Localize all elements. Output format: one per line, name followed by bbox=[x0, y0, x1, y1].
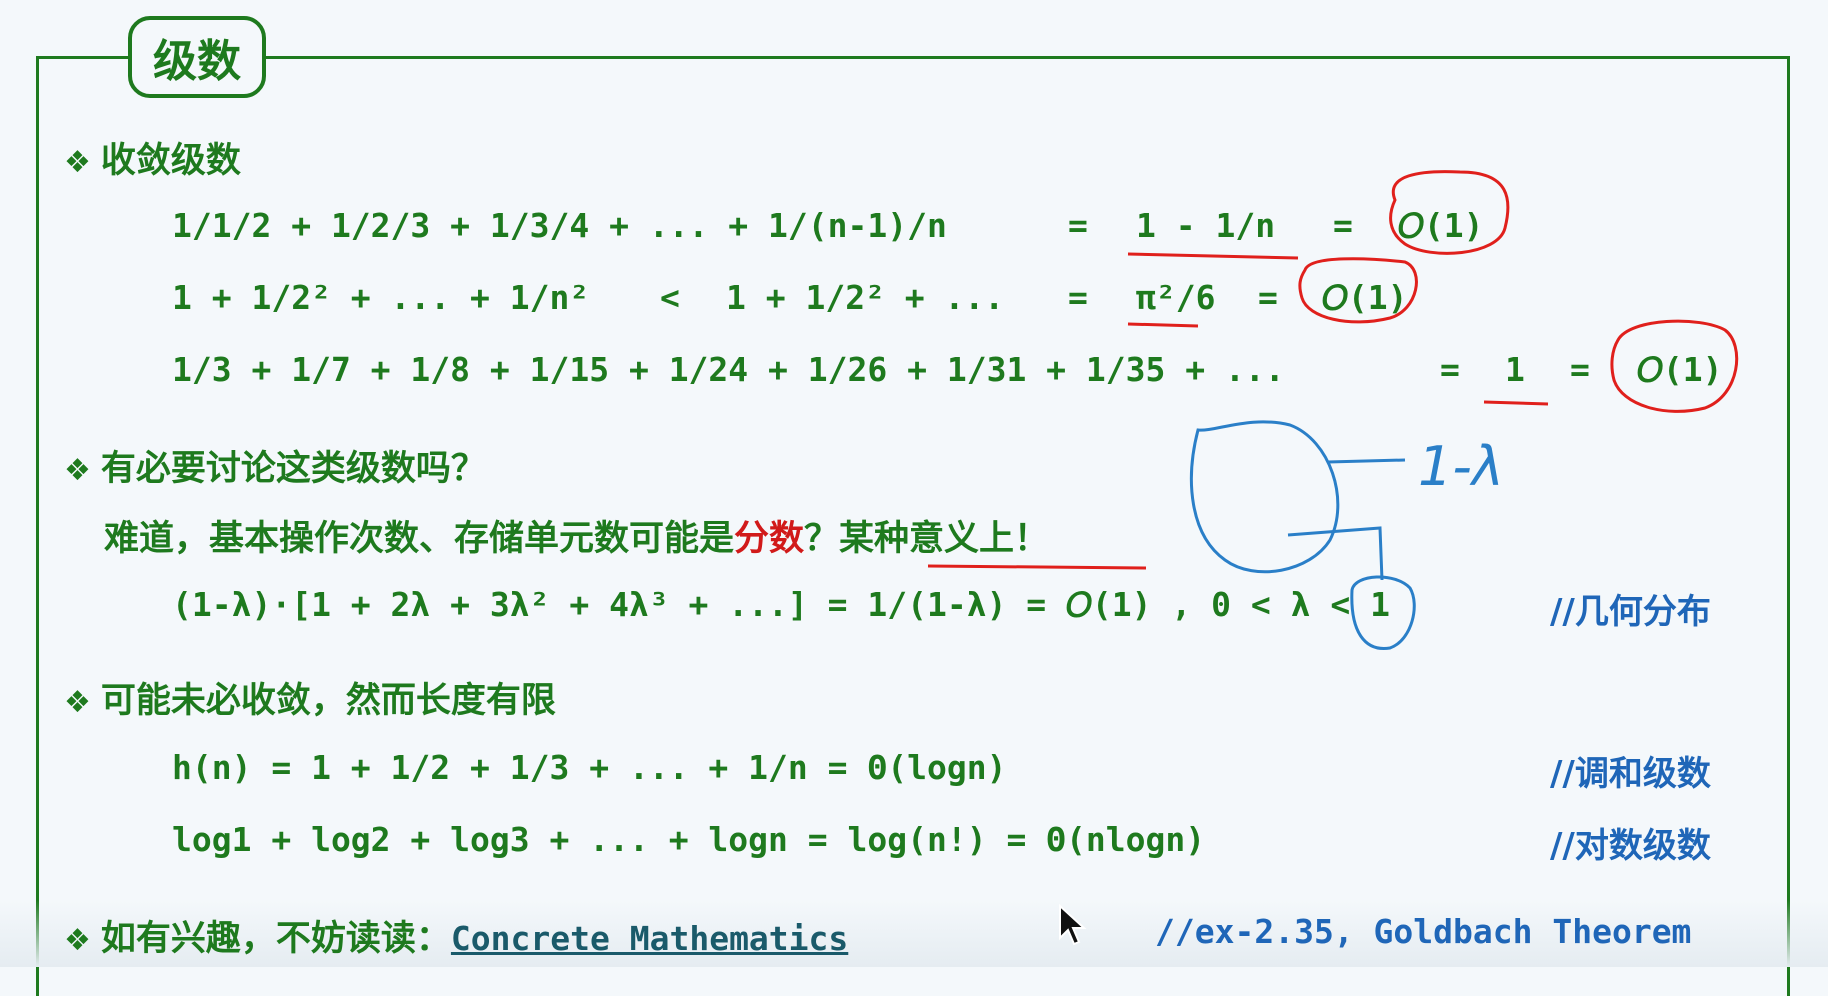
row2-eq1: = bbox=[1068, 278, 1088, 317]
row3-result: 𝑂(1) bbox=[1637, 350, 1723, 389]
convergent-row-3: 1/3 + 1/7 + 1/8 + 1/15 + 1/24 + 1/26 + 1… bbox=[172, 350, 1285, 389]
row1-eq1: = bbox=[1068, 206, 1088, 245]
convergent-row-2: 1 + 1/2² + ... + 1/n² bbox=[172, 278, 589, 317]
section-reading-heading: ❖ 如有兴趣，不妨读读：Concrete Mathematics bbox=[64, 919, 849, 959]
row2-mid1: 1 + 1/2² + ... bbox=[726, 278, 1005, 317]
bullet-icon: ❖ bbox=[64, 453, 91, 488]
fraction-highlight: 分数 bbox=[734, 519, 805, 559]
convergent-row-1: 1/1/2 + 1/2/3 + 1/3/4 + ... + 1/(n-1)/n bbox=[172, 206, 947, 245]
harmonic-formula: h(n) = 1 + 1/2 + 1/3 + ... + 1/n = Θ(log… bbox=[172, 748, 1007, 787]
question-line: 难道，基本操作次数、存储单元数可能是分数？某种意义上！ bbox=[104, 519, 1050, 559]
concrete-mathematics-link[interactable]: Concrete Mathematics bbox=[451, 919, 848, 958]
row2-lhs: 1 + 1/2² + ... + 1/n² bbox=[172, 278, 590, 317]
section-necessary-heading: ❖ 有必要讨论这类级数吗？ bbox=[64, 449, 486, 489]
row3-eq1: = bbox=[1440, 350, 1460, 389]
row1-eq2: = bbox=[1333, 206, 1353, 245]
reading-comment: //ex-2.35, Goldbach Theorem bbox=[1155, 912, 1692, 951]
geometric-formula: (1-λ)·[1 + 2λ + 3λ² + 4λ³ + ...] = 1/(1-… bbox=[172, 585, 1390, 624]
row2-result: 𝑂(1) bbox=[1322, 278, 1408, 317]
log-comment: //对数级数 bbox=[1550, 826, 1711, 866]
row1-result: 𝑂(1) bbox=[1398, 206, 1484, 245]
mouse-cursor-icon bbox=[1059, 904, 1087, 946]
section-convergent-heading: ❖ 收敛级数 bbox=[64, 141, 241, 181]
bullet-icon: ❖ bbox=[64, 685, 91, 720]
bullet-icon: ❖ bbox=[64, 923, 91, 958]
row2-eq2: = bbox=[1258, 278, 1278, 317]
row3-eq2: = bbox=[1570, 350, 1590, 389]
geometric-comment: //几何分布 bbox=[1550, 592, 1711, 632]
row2-mid2: π²/6 bbox=[1136, 278, 1216, 317]
row1-lhs: 1/1/2 + 1/2/3 + 1/3/4 + ... + 1/(n-1)/n bbox=[172, 206, 947, 245]
row3-mid: 1 bbox=[1505, 350, 1525, 389]
slide-title: 级数 bbox=[128, 16, 266, 98]
row2-lt: < bbox=[660, 278, 680, 317]
row1-mid: 1 - 1/n bbox=[1136, 206, 1276, 245]
row3-lhs: 1/3 + 1/7 + 1/8 + 1/15 + 1/24 + 1/26 + 1… bbox=[172, 350, 1285, 389]
harmonic-comment: //调和级数 bbox=[1550, 754, 1711, 794]
log-formula: log1 + log2 + log3 + ... + logn = log(n!… bbox=[172, 820, 1206, 859]
bullet-icon: ❖ bbox=[64, 145, 91, 180]
some-sense-text: 某种意义上！ bbox=[839, 519, 1050, 559]
section-divergent-heading: ❖ 可能未必收敛，然而长度有限 bbox=[64, 681, 556, 721]
